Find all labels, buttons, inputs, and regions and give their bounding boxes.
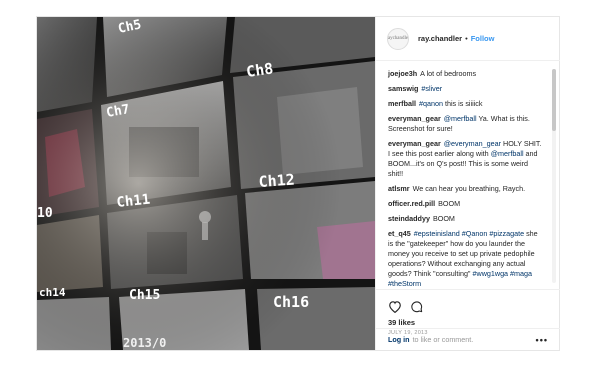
separator-dot: • <box>465 34 468 43</box>
channel-label-ch15: Ch15 <box>129 288 160 303</box>
comment-username[interactable]: et_q45 <box>388 229 411 238</box>
comment-item: merfball #qanon this is siiiick <box>388 99 542 109</box>
comment-username[interactable]: everyman_gear <box>388 139 441 148</box>
login-bar: Log in to like or comment. ••• <box>376 328 560 350</box>
comment-text: A lot of bedrooms <box>420 69 477 78</box>
comment-mention[interactable]: @everyman_gear <box>444 139 501 148</box>
channel-label-ch16: Ch16 <box>273 293 309 311</box>
comment-hashtag[interactable]: #Qanon <box>462 229 488 238</box>
avatar[interactable]: raychandler <box>387 27 409 50</box>
comment-username[interactable]: steindaddyy <box>388 214 430 223</box>
comment-scrollbar[interactable] <box>552 69 556 283</box>
comment-mention[interactable]: @merfball <box>491 149 524 158</box>
comment-text: We can hear you breathing, Raych. <box>412 184 526 193</box>
comment-hashtag[interactable]: #sliver <box>421 84 442 93</box>
avatar-text: raychandler <box>387 36 409 41</box>
comment-username[interactable]: joejoe3h <box>388 69 417 78</box>
comment-username[interactable]: atlsmr <box>388 184 410 193</box>
post-image[interactable]: Ch5 Ch8 Ch7 Ch12 Ch11 10 ch14 Ch15 Ch16 … <box>37 17 375 350</box>
channel-label-10: 10 <box>37 206 53 221</box>
comment-item: steindaddyy BOOM <box>388 214 542 224</box>
login-prompt: to like or comment. <box>412 335 474 344</box>
comment-list[interactable]: joejoe3h A lot of bedrooms samswig #sliver m… <box>376 61 560 289</box>
comment-item: et_q45 #epsteinisland #Qanon #pizzagate s… <box>388 229 542 289</box>
comment-item: joejoe3h A lot of bedrooms <box>388 69 542 79</box>
like-count[interactable]: 39 likes <box>388 318 548 327</box>
post-header: raychandler ray.chandler • Follow <box>376 17 560 61</box>
comment-hashtag[interactable]: #epsteinisland <box>414 229 460 238</box>
comment-username[interactable]: merfball <box>388 99 416 108</box>
login-link[interactable]: Log in <box>388 335 410 344</box>
timestamp-overlay: 2013/0 <box>123 336 166 350</box>
channel-label-ch12: Ch12 <box>258 171 295 191</box>
username[interactable]: ray.chandler <box>418 34 462 43</box>
comment-username[interactable]: everyman_gear <box>388 114 441 123</box>
comment-hashtag[interactable]: #pizzagate <box>489 229 524 238</box>
comment-username[interactable]: officer.red.pill <box>388 199 435 208</box>
comment-username[interactable]: samswig <box>388 84 418 93</box>
instagram-post: Ch5 Ch8 Ch7 Ch12 Ch11 10 ch14 Ch15 Ch16 … <box>36 16 560 351</box>
channel-label-ch8: Ch8 <box>245 59 274 81</box>
comment-text: BOOM <box>432 214 455 223</box>
action-icons <box>388 298 548 314</box>
comment-item: officer.red.pill BOOM <box>388 199 542 209</box>
comment-item: everyman_gear @merfball Ya. What is this.… <box>388 114 542 134</box>
post-sidebar: raychandler ray.chandler • Follow joejoe… <box>375 17 560 350</box>
comment-icon[interactable] <box>410 300 423 313</box>
comment-text: BOOM <box>438 199 461 208</box>
comment-item: everyman_gear @everyman_gear HOLY SHIT. I… <box>388 139 542 179</box>
more-options-icon[interactable]: ••• <box>536 335 548 345</box>
comment-item: atlsmr We can hear you breathing, Raych. <box>388 184 542 194</box>
comment-mention[interactable]: @merfball <box>444 114 477 123</box>
comment-item: samswig #sliver <box>388 84 542 94</box>
comment-hashtag[interactable]: #qanon <box>419 99 443 108</box>
scrollbar-thumb[interactable] <box>552 69 556 131</box>
cctv-monitor-wall: Ch5 Ch8 Ch7 Ch12 Ch11 10 ch14 Ch15 Ch16 … <box>37 17 375 350</box>
follow-button[interactable]: Follow <box>471 34 495 43</box>
channel-label-ch14: ch14 <box>39 286 66 299</box>
comment-text: this is siiiick <box>442 99 483 108</box>
heart-icon[interactable] <box>388 300 402 313</box>
